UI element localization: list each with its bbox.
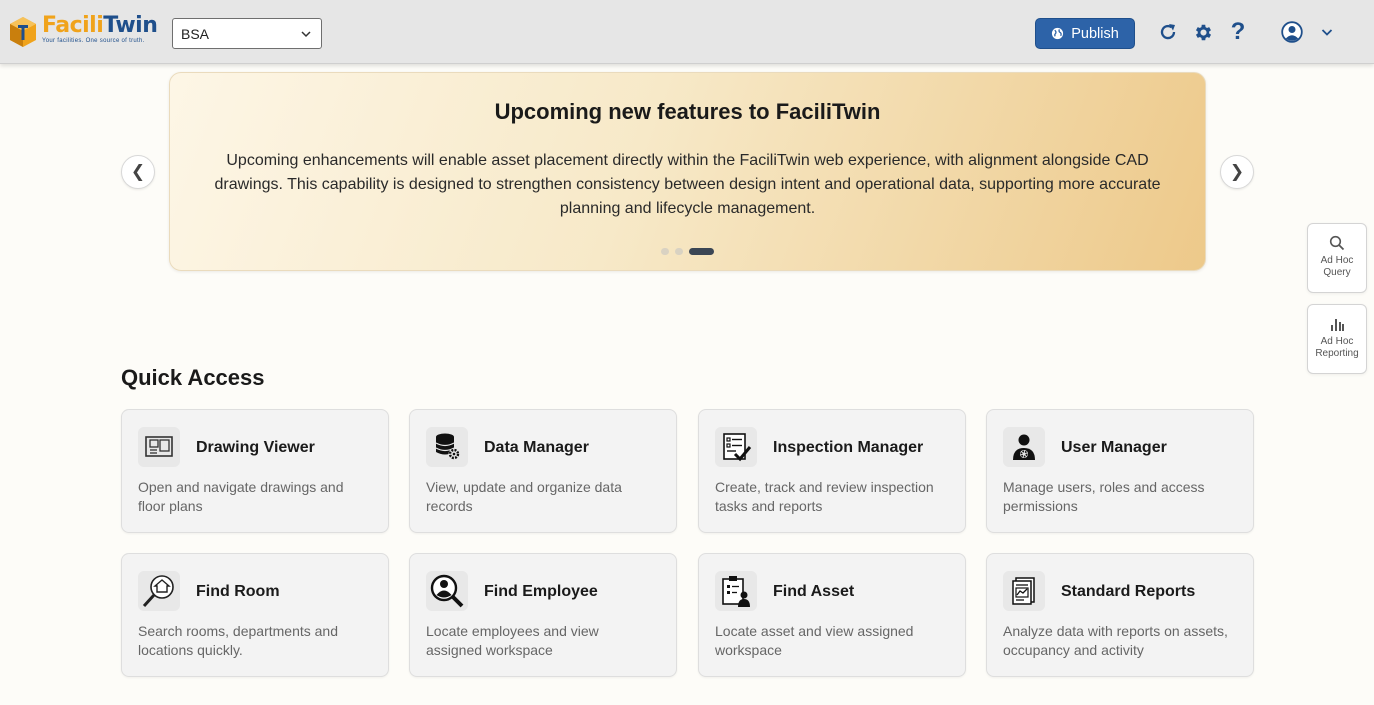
carousel-dot[interactable] <box>661 248 669 255</box>
carousel-next-button[interactable]: ❯ <box>1220 155 1254 189</box>
search-person-icon <box>426 571 468 611</box>
card-description: View, update and organize data records <box>426 479 622 514</box>
app-header: FaciliTwin Your facilities. One source o… <box>0 0 1374 64</box>
help-icon[interactable]: ? <box>1226 19 1250 45</box>
asset-clipboard-icon <box>715 571 757 611</box>
quick-access-title: Quick Access <box>121 365 265 390</box>
carousel-dot-active[interactable] <box>689 248 714 255</box>
carousel-dot[interactable] <box>675 248 683 255</box>
logo-name: FaciliTwin <box>42 13 158 38</box>
organization-select[interactable]: BSA <box>172 18 322 49</box>
user-manager-card[interactable]: User Manager Manage users, roles and acc… <box>986 409 1254 533</box>
data-manager-card[interactable]: Data Manager View, update and organize d… <box>409 409 677 533</box>
card-description: Create, track and review inspection task… <box>715 479 934 514</box>
report-chart-icon <box>1003 571 1045 611</box>
search-icon <box>1329 235 1345 251</box>
card-description: Analyze data with reports on assets, occ… <box>1003 623 1228 658</box>
search-home-icon <box>138 571 180 611</box>
card-description: Locate asset and view assigned workspace <box>715 623 914 658</box>
carousel-prev-button[interactable]: ❮ <box>121 155 155 189</box>
gear-icon[interactable] <box>1191 19 1215 45</box>
card-description: Manage users, roles and access permissio… <box>1003 479 1205 514</box>
ad-hoc-query-label: Ad Hoc Query <box>1320 255 1354 278</box>
publish-button[interactable]: Publish <box>1035 18 1135 49</box>
logo-mark-icon <box>10 17 36 47</box>
inspection-manager-card[interactable]: Inspection Manager Create, track and rev… <box>698 409 966 533</box>
card-description: Search rooms, departments and locations … <box>138 623 338 658</box>
card-title: User Manager <box>1061 439 1167 456</box>
find-employee-card[interactable]: Find Employee Locate employees and view … <box>409 553 677 677</box>
refresh-icon[interactable] <box>1156 19 1180 45</box>
carousel-dots <box>170 248 1205 255</box>
chevron-down-icon <box>301 30 311 37</box>
user-menu-chevron-down-icon[interactable] <box>1315 19 1339 45</box>
card-title: Drawing Viewer <box>196 439 315 456</box>
announcement-carousel: Upcoming new features to FaciliTwin Upco… <box>169 72 1206 271</box>
card-title: Data Manager <box>484 439 589 456</box>
user-gear-icon <box>1003 427 1045 467</box>
floor-plan-icon <box>138 427 180 467</box>
card-description: Locate employees and view assigned works… <box>426 623 599 658</box>
ad-hoc-reporting-button[interactable]: Ad Hoc Reporting <box>1307 304 1367 374</box>
card-title: Find Asset <box>773 583 855 600</box>
organization-select-value: BSA <box>181 25 210 42</box>
carousel-body: Upcoming enhancements will enable asset … <box>214 152 1161 217</box>
publish-button-label: Publish <box>1071 25 1119 42</box>
standard-reports-card[interactable]: Standard Reports Analyze data with repor… <box>986 553 1254 677</box>
logo-tagline: Your facilities. One source of truth. <box>42 38 145 44</box>
globe-icon <box>1052 27 1064 40</box>
bar-chart-icon <box>1331 319 1344 331</box>
checklist-icon <box>715 427 757 467</box>
carousel-title: Upcoming new features to FaciliTwin <box>494 99 881 124</box>
card-title: Find Employee <box>484 583 598 600</box>
ad-hoc-query-button[interactable]: Ad Hoc Query <box>1307 223 1367 293</box>
card-title: Inspection Manager <box>773 439 924 456</box>
find-asset-card[interactable]: Find Asset Locate asset and view assigne… <box>698 553 966 677</box>
drawing-viewer-card[interactable]: Drawing Viewer Open and navigate drawing… <box>121 409 389 533</box>
app-logo[interactable]: FaciliTwin Your facilities. One source o… <box>8 13 158 51</box>
card-description: Open and navigate drawings and floor pla… <box>138 479 344 514</box>
card-title: Find Room <box>196 583 280 600</box>
user-avatar-icon[interactable] <box>1280 19 1304 45</box>
card-title: Standard Reports <box>1061 583 1196 600</box>
ad-hoc-reporting-label: Ad Hoc Reporting <box>1315 336 1359 359</box>
find-room-card[interactable]: Find Room Search rooms, departments and … <box>121 553 389 677</box>
database-gear-icon <box>426 427 468 467</box>
